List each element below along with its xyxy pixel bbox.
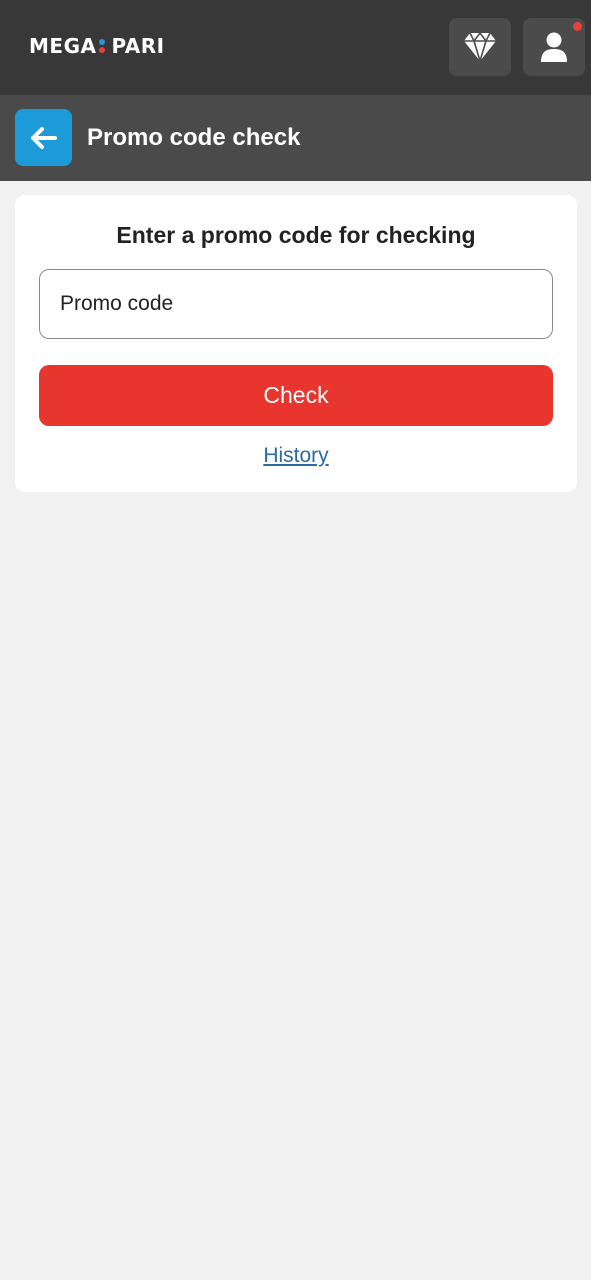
promo-code-input[interactable]	[39, 269, 553, 339]
promo-code-heading: Enter a promo code for checking	[116, 222, 476, 248]
megapari-logo[interactable]: MEGA PARI	[29, 34, 165, 58]
logo-text-mega: MEGA	[29, 34, 97, 58]
history-link: History	[15, 443, 577, 469]
user-profile-button[interactable]	[523, 18, 585, 76]
user-icon	[541, 32, 567, 62]
logo-red-dot	[99, 47, 106, 53]
top-bar: MEGA PARI	[0, 0, 591, 95]
back-button[interactable]	[15, 109, 72, 166]
app: MEGA PARI Promo code check Enter a promo…	[0, 0, 591, 1280]
arrow-left-icon	[30, 126, 57, 149]
history-link-text[interactable]: History	[263, 444, 328, 467]
page-header: Promo code check	[0, 95, 591, 181]
notification-dot	[573, 22, 582, 31]
vip-diamond-button[interactable]	[449, 18, 511, 76]
logo-dots	[99, 36, 107, 56]
check-button[interactable]: Check	[39, 365, 553, 426]
logo-blue-dot	[99, 39, 106, 45]
diamond-icon	[464, 32, 496, 62]
promo-code-card: Enter a promo code for checking Check Hi…	[15, 195, 577, 492]
logo-text-pari: PARI	[111, 34, 165, 58]
page-title: Promo code check	[87, 124, 301, 151]
